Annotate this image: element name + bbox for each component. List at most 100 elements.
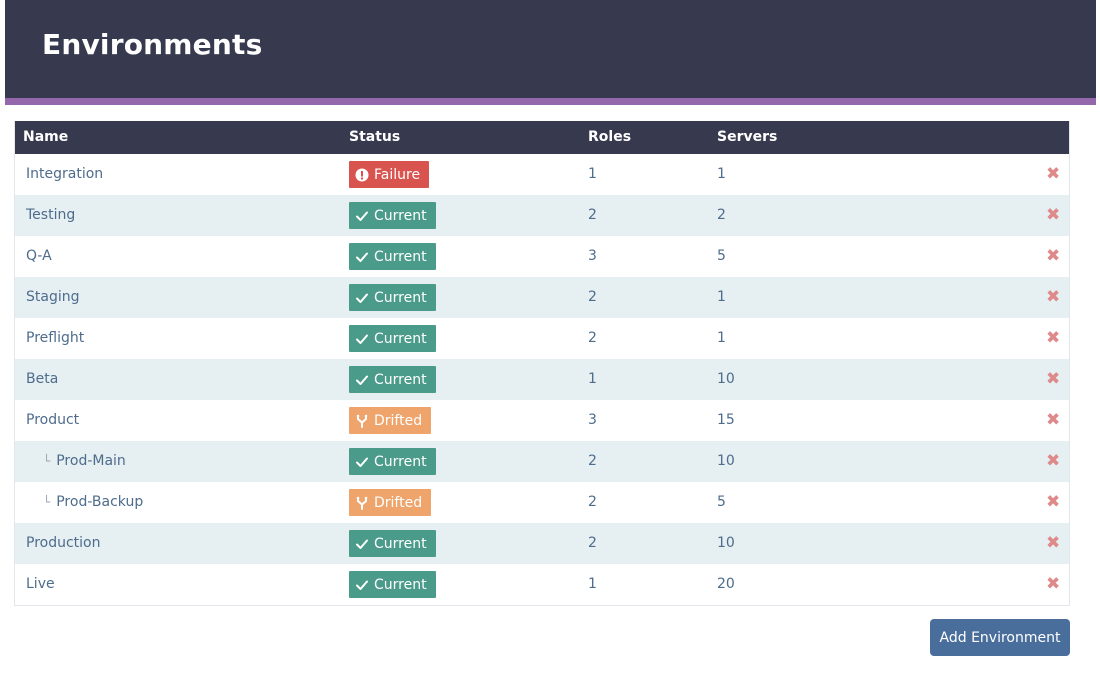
environment-name-label: Preflight [26,330,85,346]
table-row[interactable]: └ Prod-Main Current 2 10 ✖ [15,441,1069,482]
table-row[interactable]: Product Drifted 3 15 ✖ [15,400,1069,441]
check-icon [355,291,374,305]
delete-icon[interactable]: ✖ [1046,574,1060,594]
servers-count: 1 [717,166,726,182]
table-row[interactable]: Integration Failure 1 1 ✖ [15,154,1069,195]
servers-count: 2 [717,207,726,223]
status-badge: Drifted [349,407,432,434]
roles-count: 2 [588,535,597,551]
table-row[interactable]: └ Prod-Backup Drifted 2 5 ✖ [15,482,1069,523]
table-row[interactable]: Beta Current 1 10 ✖ [15,359,1069,400]
table-row[interactable]: Production Current 2 10 ✖ [15,523,1069,564]
status-badge: Current [349,366,436,393]
status-badge-failure: Failure [349,161,430,188]
status-label: Current [374,289,427,306]
environment-name[interactable]: └ Prod-Main [43,453,126,469]
table-row[interactable]: Staging Current 2 1 ✖ [15,277,1069,318]
check-icon [355,578,374,592]
status-label: Current [374,576,427,593]
column-header-servers: Servers [717,129,778,145]
status-badge: Current [349,243,436,270]
delete-icon[interactable]: ✖ [1046,492,1060,512]
status-badge-current: Current [349,202,436,229]
fork-icon [355,414,374,428]
delete-icon[interactable]: ✖ [1046,328,1060,348]
servers-count: 1 [717,289,726,305]
status-badge-current: Current [349,243,436,270]
delete-icon[interactable]: ✖ [1046,205,1060,225]
tree-branch-icon: └ [43,495,51,509]
status-label: Current [374,207,427,224]
table-body: Integration Failure 1 1 ✖ Testing Curren… [15,154,1069,605]
add-environment-button[interactable]: Add Environment [930,619,1070,656]
status-label: Current [374,453,427,470]
environment-name-label: Integration [26,166,104,182]
environment-name[interactable]: Production [26,535,100,551]
servers-count: 10 [717,453,735,469]
servers-count: 15 [717,412,735,428]
status-badge-current: Current [349,530,436,557]
check-icon [355,250,374,264]
status-label: Failure [374,166,421,183]
table-row[interactable]: Live Current 1 20 ✖ [15,564,1069,605]
page-title: Environments [42,28,263,61]
column-header-status: Status [349,129,401,145]
roles-count: 3 [588,248,597,264]
table-row[interactable]: Preflight Current 2 1 ✖ [15,318,1069,359]
page-header: Environments [5,0,1096,105]
delete-icon[interactable]: ✖ [1046,410,1060,430]
status-label: Drifted [374,494,423,511]
delete-icon[interactable]: ✖ [1046,246,1060,266]
status-label: Current [374,535,427,552]
check-icon [355,373,374,387]
roles-count: 2 [588,289,597,305]
column-header-name: Name [23,129,69,145]
environment-name[interactable]: Staging [26,289,80,305]
environment-name-label: Production [26,535,101,551]
environment-name-label: Testing [26,207,76,223]
servers-count: 1 [717,330,726,346]
check-icon [355,537,374,551]
delete-icon[interactable]: ✖ [1046,164,1060,184]
status-badge: Current [349,448,436,475]
environment-name[interactable]: Testing [26,207,75,223]
environment-name-label: Beta [26,371,59,387]
delete-icon[interactable]: ✖ [1046,369,1060,389]
environment-name[interactable]: Q-A [26,248,52,264]
status-badge: Failure [349,161,430,188]
status-label: Current [374,248,427,265]
status-badge-current: Current [349,325,436,352]
status-badge: Current [349,284,436,311]
environment-name[interactable]: Live [26,576,55,592]
table-row[interactable]: Testing Current 2 2 ✖ [15,195,1069,236]
check-icon [355,209,374,223]
environment-name[interactable]: Integration [26,166,103,182]
environment-name-label: Q-A [26,248,52,264]
roles-count: 1 [588,371,597,387]
roles-count: 2 [588,494,597,510]
roles-count: 3 [588,412,597,428]
servers-count: 10 [717,371,735,387]
delete-icon[interactable]: ✖ [1046,451,1060,471]
environment-name[interactable]: Beta [26,371,58,387]
status-label: Current [374,330,427,347]
status-badge-current: Current [349,284,436,311]
delete-icon[interactable]: ✖ [1046,287,1060,307]
servers-count: 5 [717,248,726,264]
status-badge: Current [349,530,436,557]
delete-icon[interactable]: ✖ [1046,533,1060,553]
environments-table: Name Status Roles Servers Integration Fa… [14,121,1070,606]
servers-count: 10 [717,535,735,551]
environment-name-label: Prod-Backup [56,494,144,510]
status-label: Drifted [374,412,423,429]
fork-icon [355,496,374,510]
status-badge-current: Current [349,448,436,475]
environment-name[interactable]: Product [26,412,79,428]
environment-name[interactable]: Preflight [26,330,84,346]
roles-count: 1 [588,166,597,182]
table-row[interactable]: Q-A Current 3 5 ✖ [15,236,1069,277]
environment-name[interactable]: └ Prod-Backup [43,494,143,510]
check-icon [355,332,374,346]
tree-branch-icon: └ [43,454,51,468]
table-header: Name Status Roles Servers [15,121,1069,154]
